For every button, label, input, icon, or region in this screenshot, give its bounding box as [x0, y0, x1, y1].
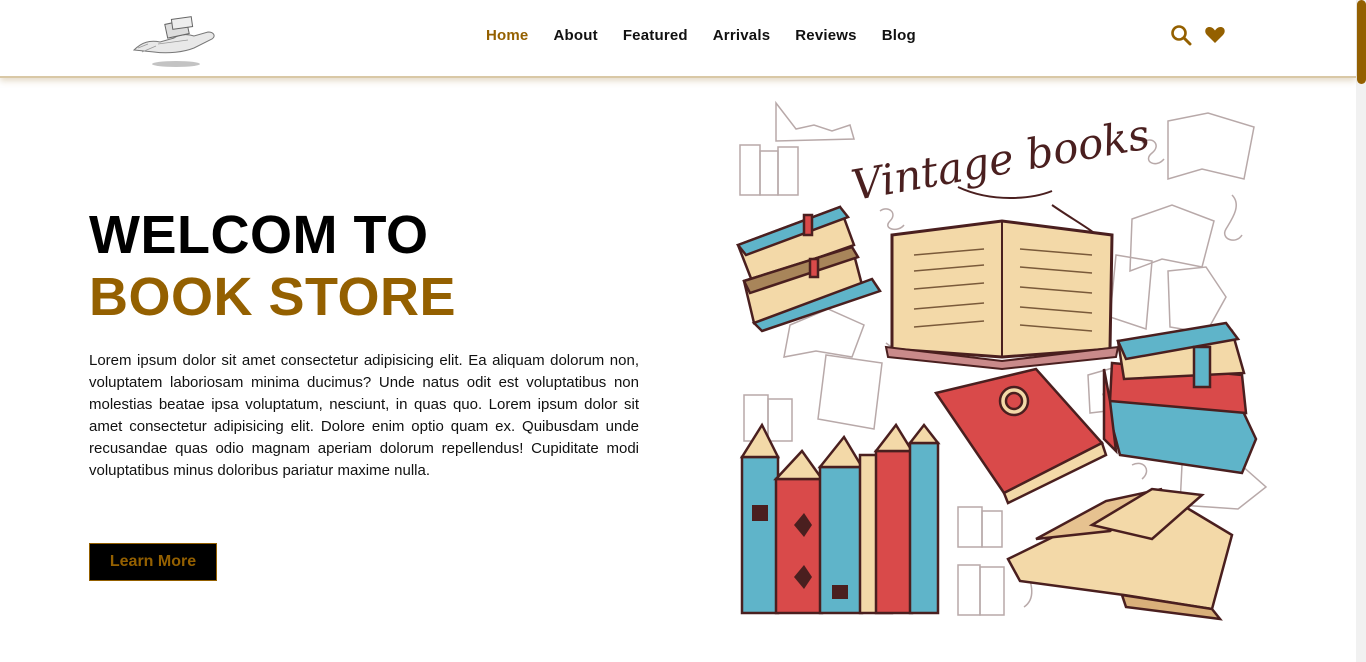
hero-title-line2: BOOK STORE	[89, 267, 457, 327]
nav-reviews[interactable]: Reviews	[795, 27, 856, 44]
nav-arrivals[interactable]: Arrivals	[713, 27, 770, 44]
hero-title-line1: WELCOM TO	[89, 205, 429, 265]
nav-blog[interactable]: Blog	[882, 27, 916, 44]
header-actions	[1170, 24, 1226, 46]
illustration-title: Vintage books	[848, 109, 1153, 210]
page-scrollbar[interactable]	[1356, 0, 1366, 662]
vintage-books-illustration: Vintage books	[732, 95, 1272, 625]
scrollbar-thumb[interactable]	[1357, 0, 1366, 84]
nav-home[interactable]: Home	[486, 27, 528, 44]
nav-about[interactable]: About	[553, 27, 597, 44]
nav-featured[interactable]: Featured	[623, 27, 688, 44]
search-icon[interactable]	[1170, 24, 1192, 46]
hero-description: Lorem ipsum dolor sit amet consectetur a…	[89, 352, 639, 479]
main-nav: Home About Featured Arrivals Reviews Blo…	[486, 27, 941, 44]
logo[interactable]	[128, 12, 222, 70]
site-header: Home About Featured Arrivals Reviews Blo…	[0, 0, 1356, 78]
learn-more-button[interactable]: Learn More	[89, 543, 217, 581]
hero-section: WELCOM TO BOOK STORE Lorem ipsum dolor s…	[89, 204, 639, 497]
heart-icon[interactable]	[1204, 24, 1226, 46]
